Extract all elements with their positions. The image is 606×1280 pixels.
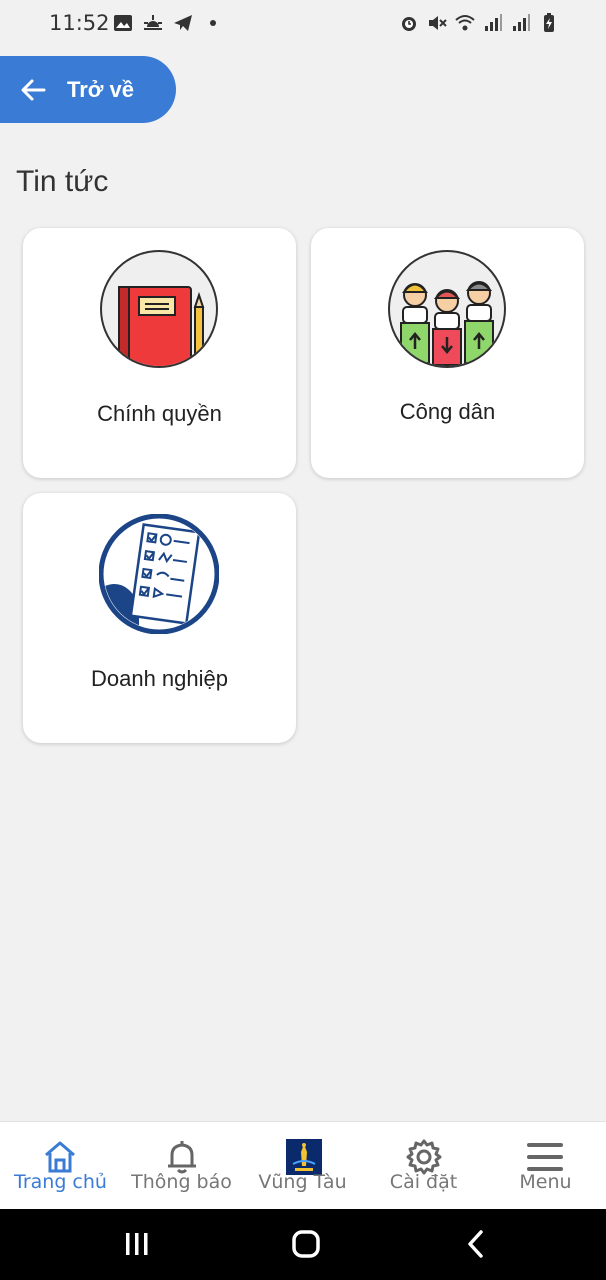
category-card-business[interactable]: Doanh nghiệp — [23, 493, 296, 743]
signal-icon — [485, 14, 502, 31]
telegram-icon — [174, 15, 192, 31]
category-card-citizens[interactable]: Công dân — [311, 228, 584, 478]
back-chevron-icon[interactable] — [456, 1227, 496, 1263]
category-card-government[interactable]: Chính quyền — [23, 228, 296, 478]
back-button[interactable]: Trở về — [0, 56, 176, 123]
status-time: 11:52 — [49, 11, 110, 35]
home-circle-icon[interactable] — [286, 1227, 326, 1263]
image-icon — [114, 15, 132, 31]
category-label: Công dân — [399, 399, 496, 424]
category-label: Doanh nghiệp — [90, 666, 228, 691]
nav-label: Menu — [519, 1171, 572, 1193]
nav-label: Trang chủ — [14, 1171, 107, 1193]
status-left-icons — [112, 12, 224, 34]
battery-charging-icon — [544, 13, 554, 32]
nav-item-menu[interactable]: Menu — [485, 1122, 606, 1210]
sunrise-icon — [144, 15, 162, 30]
signal-icon — [513, 14, 530, 31]
arrow-left-icon — [21, 79, 46, 101]
category-label: Chính quyền — [97, 401, 222, 426]
business-checklist-icon — [99, 514, 219, 634]
nav-item-vung-tau[interactable]: Vũng Tàu — [242, 1122, 363, 1210]
page-title: Tin tức — [16, 165, 109, 198]
nav-label: Thông báo — [131, 1171, 232, 1193]
system-nav-bar — [0, 1209, 606, 1280]
nav-label: Cài đặt — [389, 1171, 458, 1193]
alarm-icon — [402, 17, 416, 31]
notebook-pencil-icon — [100, 250, 218, 368]
nav-item-home[interactable]: Trang chủ — [0, 1122, 121, 1210]
status-bar: 11:52 — [0, 0, 606, 50]
nav-label: Vũng Tàu — [258, 1171, 347, 1193]
citizens-icon — [388, 250, 506, 368]
mute-icon — [429, 16, 447, 30]
status-right-icons — [398, 12, 560, 34]
recent-apps-icon[interactable] — [117, 1227, 157, 1263]
bottom-nav: Trang chủ Thông báo Vũng Tàu Cài đặt Men… — [0, 1121, 606, 1209]
back-button-label: Trở về — [67, 77, 135, 102]
wifi-icon — [455, 15, 475, 31]
nav-item-notifications[interactable]: Thông báo — [121, 1122, 242, 1210]
nav-item-settings[interactable]: Cài đặt — [363, 1122, 484, 1210]
dot-icon — [210, 20, 216, 26]
